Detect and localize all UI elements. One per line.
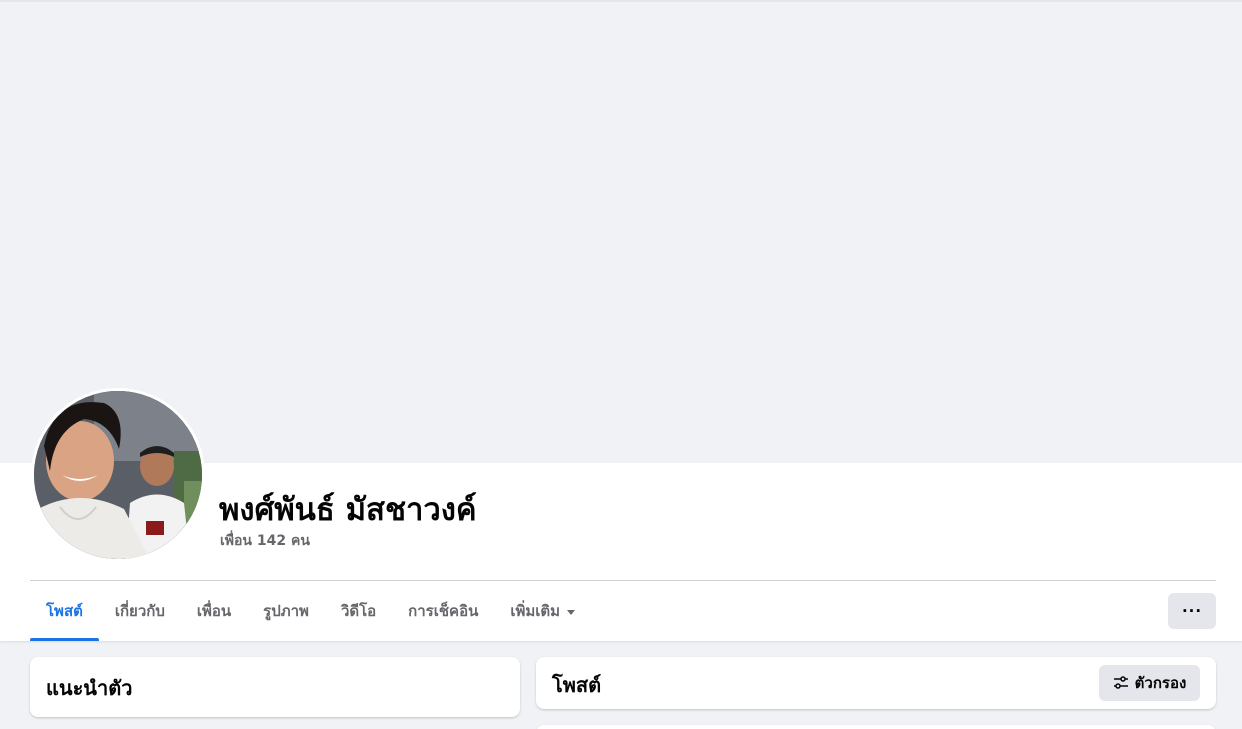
tab-about[interactable]: เกี่ยวกับ [99, 581, 181, 641]
friends-count[interactable]: เพื่อน 142 คน [220, 530, 310, 552]
tab-more[interactable]: เพิ่มเติม [494, 581, 591, 641]
next-post-card [536, 725, 1216, 729]
more-options-button[interactable]: ··· [1168, 593, 1216, 629]
profile-name: พงศ์พันธ์ มัสชาวงค์ [219, 492, 477, 528]
tab-photos[interactable]: รูปภาพ [247, 581, 325, 641]
posts-title: โพสต์ [552, 673, 602, 697]
tab-checkins[interactable]: การเช็คอิน [392, 581, 494, 641]
filter-sliders-icon [1113, 676, 1128, 689]
profile-page: พงศ์พันธ์ มัสชาวงค์ เพื่อน 142 คน โพสต์ … [0, 0, 1242, 729]
filter-label: ตัวกรอง [1134, 674, 1187, 692]
cover-photo[interactable] [0, 2, 1242, 463]
tab-label: เพื่อน [196, 602, 232, 620]
tab-label: รูปภาพ [263, 602, 309, 620]
ellipsis-icon: ··· [1181, 602, 1203, 620]
tab-posts[interactable]: โพสต์ [30, 581, 99, 641]
tab-label: วิดีโอ [340, 602, 377, 620]
profile-picture[interactable] [31, 388, 205, 562]
intro-title: แนะนำตัว [46, 676, 133, 700]
filter-button[interactable]: ตัวกรอง [1099, 665, 1200, 701]
avatar [34, 391, 202, 559]
avatar-photo-icon [34, 391, 202, 559]
tab-friends[interactable]: เพื่อน [181, 581, 247, 641]
tab-label: โพสต์ [46, 602, 83, 620]
tab-label: เพิ่มเติม [510, 602, 561, 620]
intro-card: แนะนำตัว [30, 657, 520, 717]
caret-down-icon [567, 609, 576, 615]
profile-tabs: โพสต์ เกี่ยวกับ เพื่อน รูปภาพ วิดีโอ การ… [30, 581, 591, 641]
posts-header-card: โพสต์ ตัวกรอง [536, 657, 1216, 709]
tab-videos[interactable]: วิดีโอ [325, 581, 392, 641]
tab-label: เกี่ยวกับ [114, 602, 165, 620]
tab-label: การเช็คอิน [408, 602, 479, 620]
